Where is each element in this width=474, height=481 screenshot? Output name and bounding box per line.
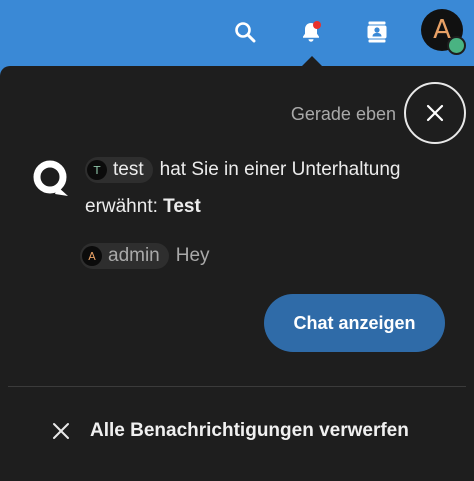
message-prefix: erwähnt: — [85, 196, 164, 217]
talk-icon — [33, 160, 68, 196]
conversation-name: Test — [163, 196, 201, 217]
search-button[interactable] — [227, 14, 263, 50]
message-quote: A admin Hey — [80, 243, 210, 269]
popover-caret — [302, 56, 322, 66]
quote-text: Hey — [175, 245, 210, 266]
mention-name: admin — [108, 245, 160, 266]
dismiss-notification-button[interactable] — [404, 82, 466, 144]
mention-avatar: A — [82, 246, 102, 266]
mention-name: test — [113, 159, 144, 180]
contacts-button[interactable] — [359, 14, 395, 50]
notification-message-line: T test hat Sie in einer Unterhaltung — [85, 157, 400, 183]
user-mention-test[interactable]: T test — [85, 157, 153, 183]
notifications-button[interactable] — [293, 14, 329, 50]
online-status-badge — [447, 36, 466, 55]
dismiss-all-button[interactable]: Alle Benachrichtigungen verwerfen — [52, 416, 409, 446]
top-bar: A — [0, 0, 474, 64]
close-icon — [426, 104, 444, 122]
mention-avatar: T — [87, 160, 107, 180]
dismiss-all-label: Alle Benachrichtigungen verwerfen — [90, 420, 409, 441]
message-text: hat Sie in einer Unterhaltung — [159, 159, 401, 180]
contacts-icon — [367, 21, 387, 43]
user-mention-admin[interactable]: A admin — [80, 243, 169, 269]
notifications-panel: Gerade eben T test hat Sie in einer Unte… — [0, 66, 474, 481]
close-icon — [52, 422, 70, 440]
view-chat-button[interactable]: Chat anzeigen — [264, 294, 445, 352]
unread-indicator — [313, 21, 321, 29]
divider — [8, 386, 466, 387]
notification-time: Gerade eben — [290, 104, 396, 124]
search-icon — [235, 22, 256, 43]
notification-message-line-2: erwähnt: Test — [85, 196, 201, 218]
